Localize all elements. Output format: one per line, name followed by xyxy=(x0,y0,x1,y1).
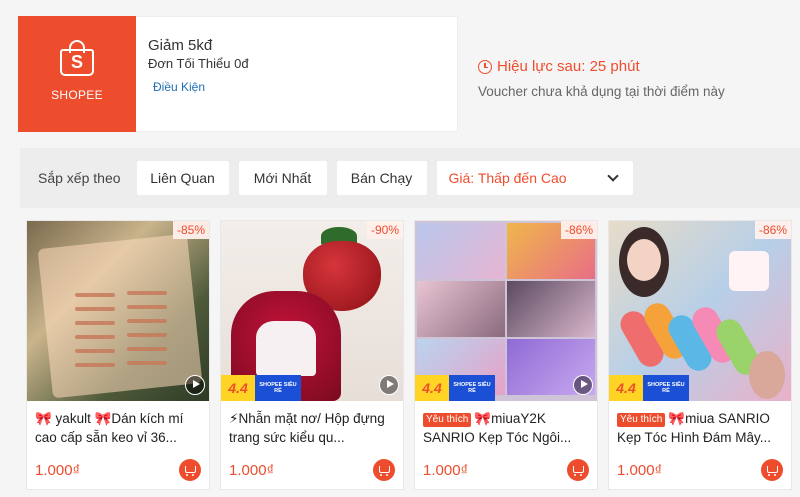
shopee-bag-icon: S xyxy=(60,40,94,76)
sale-badge: 4.4 SHOPEE SIÊU RẺ xyxy=(415,375,495,401)
voucher-min-order: Đơn Tối Thiểu 0đ xyxy=(148,56,249,71)
voucher-conditions-link[interactable]: Điều Kiện xyxy=(153,80,457,94)
product-image[interactable]: -86% 4.4 SHOPEE SIÊU RẺ xyxy=(609,221,791,401)
add-to-cart-icon[interactable] xyxy=(761,459,783,481)
chevron-down-icon xyxy=(606,170,619,182)
voucher-details: Giảm 5kđ Đơn Tối Thiểu 0đ Điều Kiện xyxy=(136,16,458,132)
discount-badge: -85% xyxy=(172,221,209,239)
add-to-cart-icon[interactable] xyxy=(373,459,395,481)
sort-bar: Sắp xếp theo Liên Quan Mới Nhất Bán Chạy… xyxy=(20,148,800,208)
sort-bestselling-button[interactable]: Bán Chạy xyxy=(336,161,427,195)
product-image[interactable]: -86% 4.4 SHOPEE SIÊU RẺ xyxy=(415,221,597,401)
sort-price-select[interactable]: Giá: Thấp đến Cao xyxy=(436,161,633,195)
sort-relevance-button[interactable]: Liên Quan xyxy=(136,161,229,195)
sort-newest-button[interactable]: Mới Nhất xyxy=(238,161,327,195)
product-price: 1.000₫ xyxy=(35,461,81,479)
product-card[interactable]: -86% 4.4 SHOPEE SIÊU RẺ Yêu thích 🎀miuaY2… xyxy=(414,220,598,490)
product-card[interactable]: -90% 4.4 SHOPEE SIÊU RẺ ⚡Nhẫn mặt nơ/ Hộ… xyxy=(220,220,404,490)
play-video-icon[interactable] xyxy=(185,375,205,395)
product-card[interactable]: -86% 4.4 SHOPEE SIÊU RẺ Yêu thích 🎀miua S… xyxy=(608,220,792,490)
clock-icon xyxy=(478,59,492,74)
sort-price-label: Giá: Thấp đến Cao xyxy=(448,170,567,186)
product-title[interactable]: Yêu thích 🎀miuaY2K SANRIO Kẹp Tóc Ngôi... xyxy=(423,409,589,447)
sale-badge: 4.4 SHOPEE SIÊU RẺ xyxy=(221,375,301,401)
product-title[interactable]: Yêu thích 🎀miua SANRIO Kẹp Tóc Hình Đám M… xyxy=(617,409,783,447)
voucher-brand-panel: S SHOPEE xyxy=(15,16,136,132)
product-title[interactable]: 🎀 yakult 🎀Dán kích mí cao cấp sẵn keo vỉ… xyxy=(35,409,201,447)
product-image[interactable]: -90% 4.4 SHOPEE SIÊU RẺ xyxy=(221,221,403,401)
product-card[interactable]: -85% 🎀 yakult 🎀Dán kích mí cao cấp sẵn k… xyxy=(26,220,210,490)
voucher-validity: Hiệu lực sau: 25 phút xyxy=(478,58,640,75)
discount-badge: -86% xyxy=(560,221,597,239)
play-video-icon[interactable] xyxy=(379,375,399,395)
play-video-icon[interactable] xyxy=(573,375,593,395)
voucher-validity-text: Hiệu lực sau: 25 phút xyxy=(497,58,640,75)
voucher-note: Voucher chưa khả dụng tại thời điểm này xyxy=(478,84,725,99)
product-image[interactable]: -85% xyxy=(27,221,209,401)
product-price: 1.000₫ xyxy=(423,461,469,479)
add-to-cart-icon[interactable] xyxy=(567,459,589,481)
voucher-card: S SHOPEE Giảm 5kđ Đơn Tối Thiểu 0đ Điều … xyxy=(15,16,458,132)
favorite-badge: Yêu thích xyxy=(617,413,666,427)
discount-badge: -90% xyxy=(366,221,403,239)
voucher-title: Giảm 5kđ xyxy=(148,37,213,54)
product-title[interactable]: ⚡Nhẫn mặt nơ/ Hộp đựng trang sức kiểu qu… xyxy=(229,409,395,447)
product-price: 1.000₫ xyxy=(229,461,275,479)
discount-badge: -86% xyxy=(754,221,791,239)
sort-label: Sắp xếp theo xyxy=(38,170,121,186)
add-to-cart-icon[interactable] xyxy=(179,459,201,481)
favorite-badge: Yêu thích xyxy=(423,413,472,427)
product-price: 1.000₫ xyxy=(617,461,663,479)
sale-badge: 4.4 SHOPEE SIÊU RẺ xyxy=(609,375,689,401)
voucher-brand-label: SHOPEE xyxy=(51,88,103,102)
